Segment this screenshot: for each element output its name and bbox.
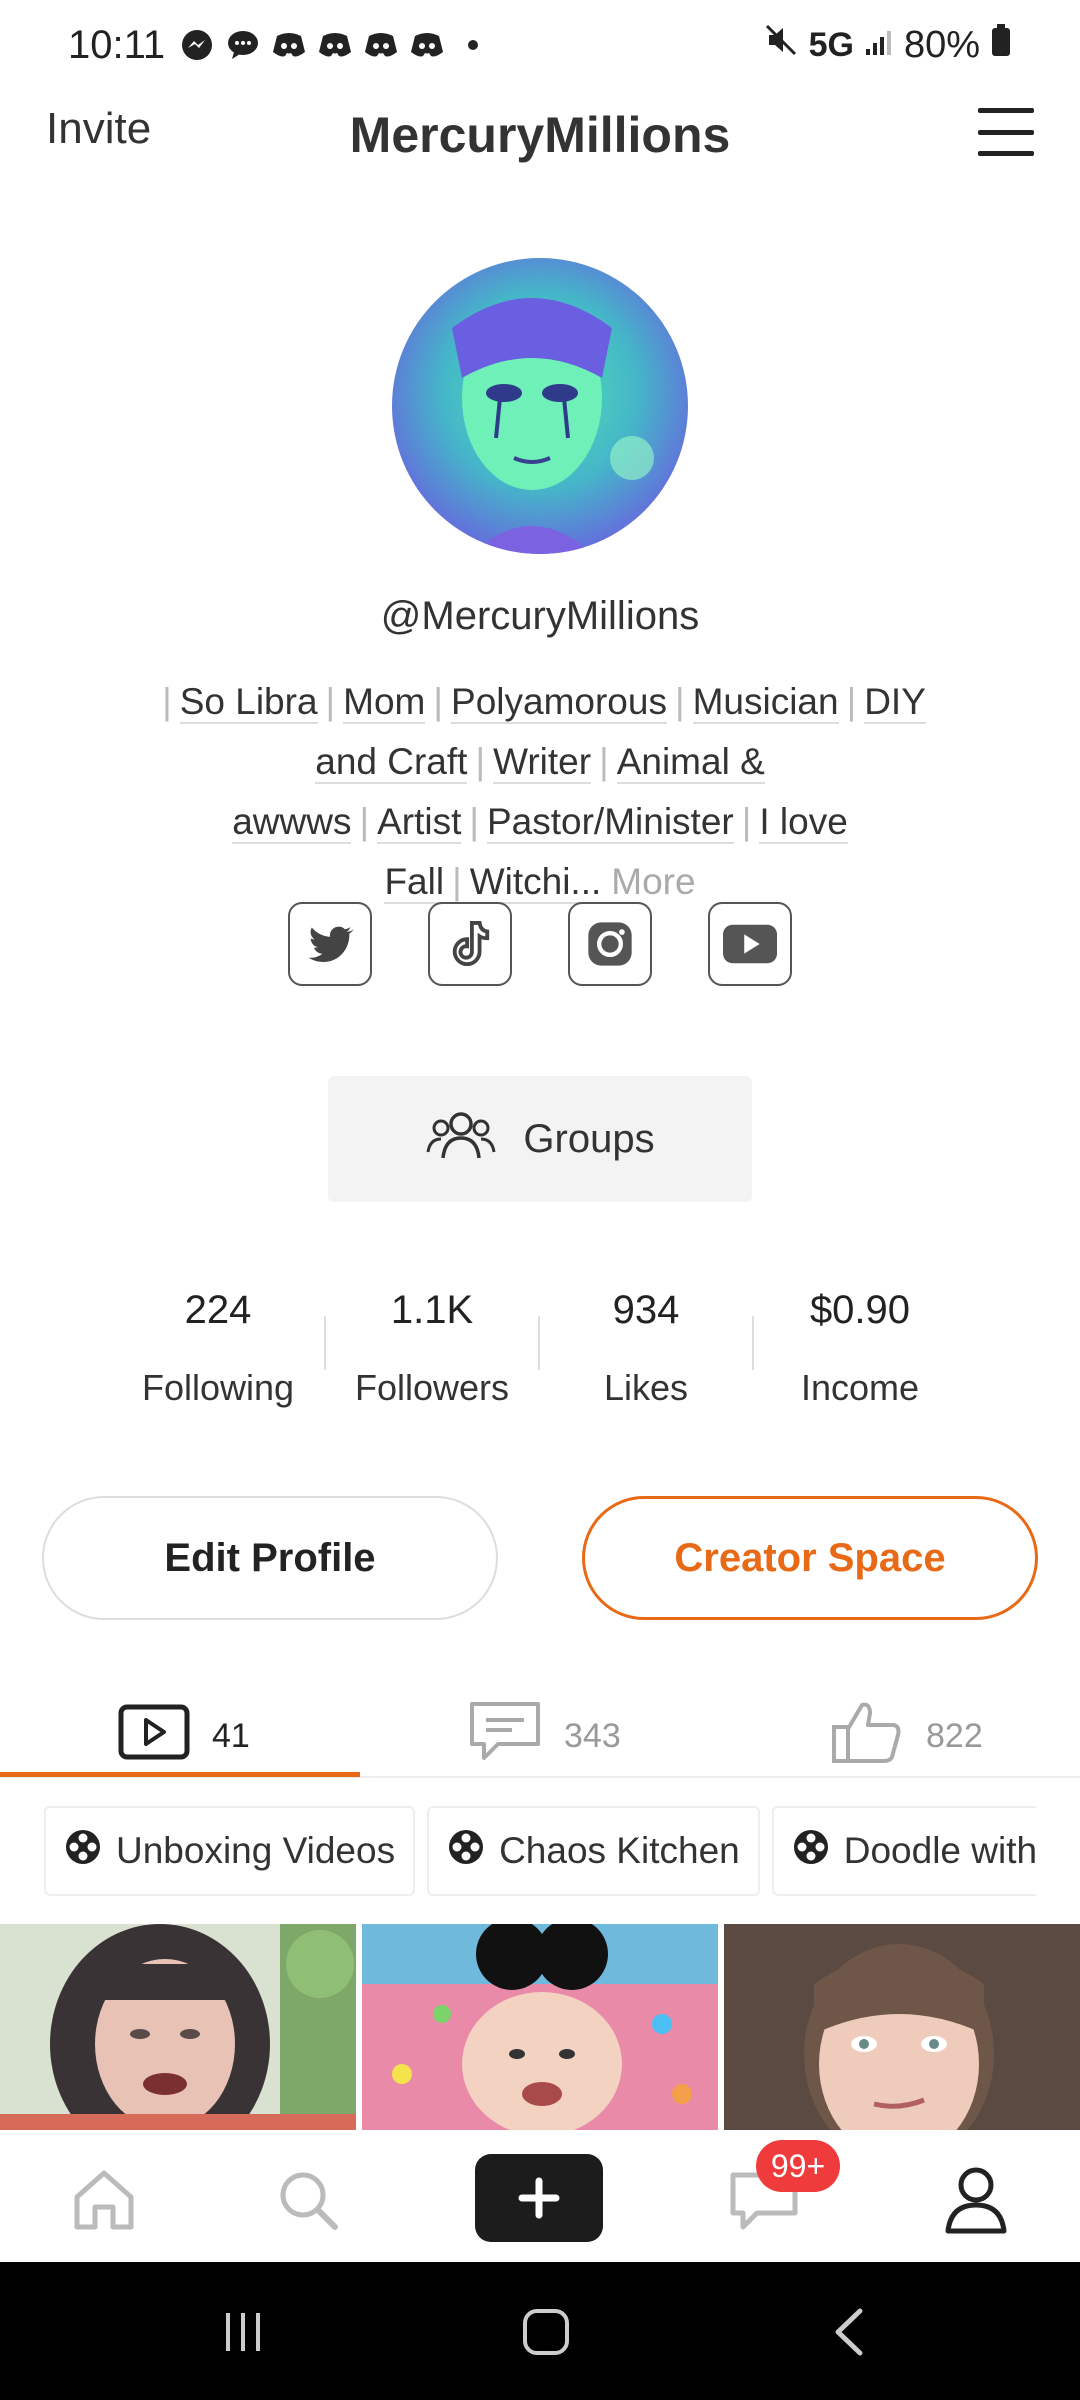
avatar[interactable] [392,258,688,554]
bio-tag[interactable]: Polyamorous [451,681,667,724]
menu-icon[interactable] [978,108,1034,156]
mute-icon [763,22,799,68]
bottom-nav: 99+ [0,2130,1080,2262]
bio-tag[interactable]: So Libra [179,681,318,724]
create-button[interactable] [475,2154,603,2242]
bio-tag[interactable]: Writer [493,741,592,784]
video-grid [0,1924,1080,2130]
stat-label: Income [800,1367,920,1408]
social-links [0,902,1080,986]
instagram-icon[interactable] [568,902,652,986]
bio-tag[interactable]: Musician [692,681,839,724]
discord-icon [363,27,399,63]
signal-icon [864,24,894,67]
tab-count: 41 [212,1716,250,1755]
video-thumbnail[interactable] [724,1924,1080,2130]
film-reel-icon [792,1828,830,1875]
plus-icon [518,2177,560,2219]
film-reel-icon [447,1828,485,1875]
tab-count: 343 [564,1716,621,1755]
tab-videos[interactable]: 41 [118,1696,250,1776]
discord-icon [271,27,307,63]
tab-likes[interactable]: 822 [830,1696,983,1776]
playlist-label: Doodle with m [843,1830,1036,1871]
tiktok-icon[interactable] [428,902,512,986]
active-tab-indicator [0,1772,360,1777]
status-right: 5G 80% [763,22,1012,68]
home-nav-icon[interactable] [508,2302,584,2362]
stat-following[interactable]: 224 Following [111,1288,325,1409]
stat-likes[interactable]: 934 Likes [539,1288,753,1409]
battery-percent: 80% [903,23,980,66]
stat-label: Likes [603,1367,689,1408]
video-thumbnail[interactable] [362,1924,718,2130]
tab-comments[interactable]: 343 [468,1696,621,1776]
back-icon[interactable] [820,2302,880,2362]
notification-icons [179,27,491,63]
messenger-icon [179,27,215,63]
edit-profile-button[interactable]: Edit Profile [42,1496,498,1620]
dot-icon [455,27,491,63]
app-header: Invite MercuryMillions [0,90,1080,180]
stat-label: Followers [354,1367,510,1408]
stat-value: 224 [184,1288,252,1332]
status-bar: 10:11 5G 80% [0,0,1080,90]
discord-icon [409,27,445,63]
playlist-chip[interactable]: Chaos Kitchen [427,1806,760,1896]
playlist-label: Unboxing Videos [116,1830,396,1871]
page-title: MercuryMillions [349,107,731,163]
people-icon [425,1106,497,1172]
stat-value: $0.90 [809,1288,911,1332]
stat-label: Following [141,1367,295,1408]
bio-more-link[interactable]: More [611,861,695,902]
comment-icon [468,1700,542,1773]
stat-value: 1.1K [390,1288,474,1332]
profile-icon[interactable] [926,2150,1026,2250]
bio-tag[interactable]: Mom [343,681,426,724]
recent-apps-icon[interactable] [210,2302,276,2362]
playlist-chip[interactable]: Unboxing Videos [44,1806,416,1896]
content-tabs: 41 343 822 [0,1696,1080,1778]
playlist-row: Unboxing Videos Chaos Kitchen Doodle wit… [44,1806,1036,1896]
profile-handle: @MercuryMillions [380,594,700,638]
chat-icon [225,27,261,63]
groups-label: Groups [523,1116,655,1161]
stat-followers[interactable]: 1.1K Followers [325,1288,539,1409]
profile-bio: | So Libra | Mom | Polyamorous | Musician | DIY a… [162,681,926,904]
battery-icon [990,23,1012,67]
youtube-icon[interactable] [708,902,792,986]
status-time: 10:11 [68,22,166,67]
home-icon[interactable] [54,2150,154,2250]
film-reel-icon [64,1828,102,1875]
stat-value: 934 [612,1288,680,1332]
discord-icon [317,27,353,63]
network-type: 5G [808,25,854,64]
video-thumbnail[interactable] [0,1924,356,2130]
bio-tag[interactable]: Artist [377,801,462,844]
tab-count: 822 [926,1716,983,1755]
twitter-icon[interactable] [288,902,372,986]
video-icon [118,1704,190,1769]
creator-space-button[interactable]: Creator Space [582,1496,1038,1620]
playlist-chip[interactable]: Doodle with m [771,1806,1036,1896]
thumbs-up-icon [830,1699,904,1774]
bio-tag[interactable]: Witchi... [469,861,602,904]
system-nav-bar [0,2262,1080,2400]
messages-badge: 99+ [756,2140,840,2192]
stat-income[interactable]: $0.90 Income [753,1288,967,1409]
bio-tag[interactable]: Pastor/Minister [486,801,734,844]
search-icon[interactable] [258,2150,358,2250]
groups-button[interactable]: Groups [328,1076,752,1202]
playlist-label: Chaos Kitchen [499,1830,740,1871]
